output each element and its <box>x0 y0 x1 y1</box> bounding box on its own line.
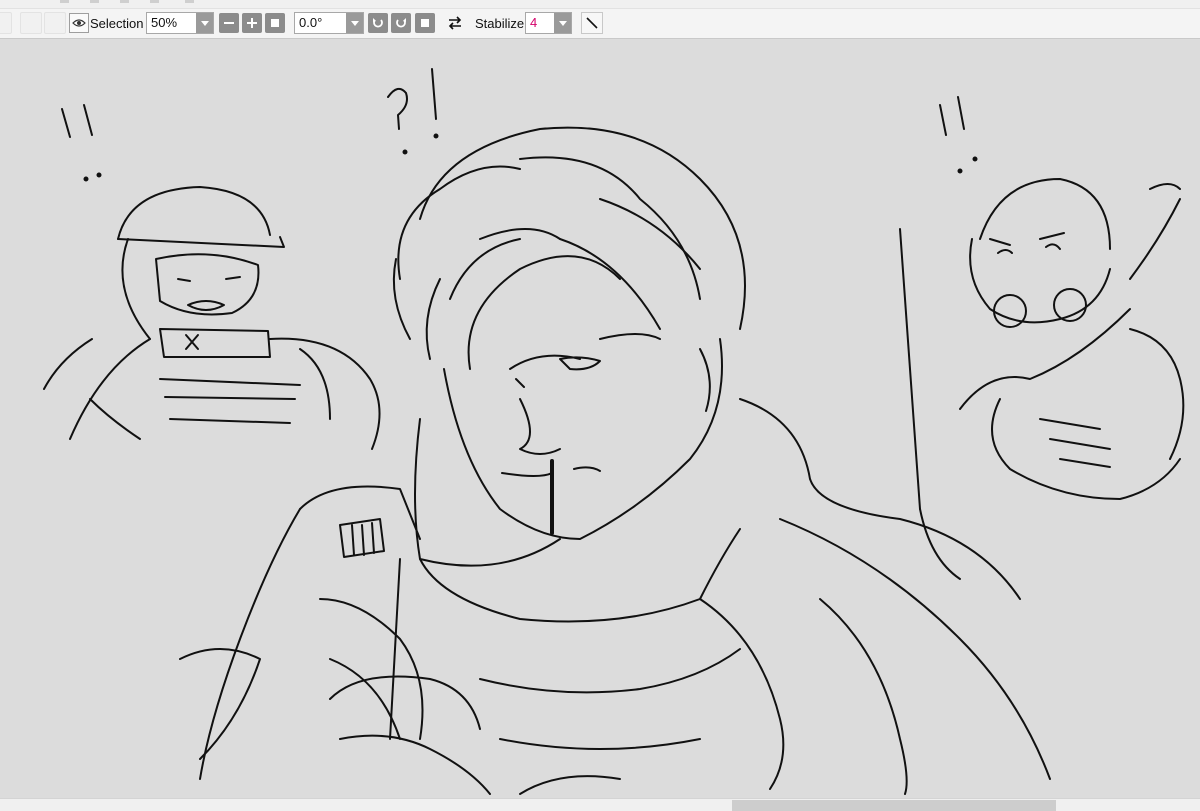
rotation-select[interactable]: 0.0° <box>294 12 364 34</box>
stabilizer-value: 4 <box>530 15 538 30</box>
selection-label: Selection <box>90 16 144 31</box>
sketch-artwork <box>43 68 1185 795</box>
flip-horizontal-button[interactable] <box>444 12 466 34</box>
stabilizer-label: Stabilizer <box>475 16 529 31</box>
toolbar: Selection 50% 0.0° Stabilizer 4 <box>0 9 1200 39</box>
rotate-left-button[interactable] <box>368 13 388 33</box>
menu-strip <box>0 0 1200 9</box>
zoom-select[interactable]: 50% <box>146 12 214 34</box>
swap-arrows-icon <box>448 16 462 30</box>
zoom-value: 50% <box>151 15 178 30</box>
rotate-right-button[interactable] <box>391 13 411 33</box>
zoom-reset-button[interactable] <box>265 13 285 33</box>
right-gasmask-figure <box>899 178 1185 580</box>
rotation-reset-button[interactable] <box>415 13 435 33</box>
selection-visibility-toggle[interactable] <box>69 13 89 33</box>
chevron-down-icon <box>196 13 213 33</box>
question-exclamation-marks <box>387 68 439 155</box>
zoom-in-button[interactable] <box>242 13 262 33</box>
menu-stub <box>150 0 159 3</box>
rotate-right-icon <box>396 18 406 28</box>
central-figure-body <box>179 398 1051 795</box>
rotate-left-icon <box>373 18 383 28</box>
central-figure-hair <box>392 126 746 370</box>
menu-stub <box>120 0 129 3</box>
chevron-down-icon <box>554 13 571 33</box>
menu-stub <box>60 0 69 3</box>
tool-button[interactable] <box>0 12 12 34</box>
stabilizer-select[interactable]: 4 <box>525 12 572 34</box>
menu-stub <box>185 0 194 3</box>
exclamation-marks-right <box>939 96 978 174</box>
left-soldier-figure <box>43 186 381 450</box>
chevron-down-icon <box>346 13 363 33</box>
square-icon <box>421 19 429 27</box>
tool-button[interactable] <box>20 12 42 34</box>
horizontal-scrollbar[interactable] <box>0 798 1200 811</box>
eye-icon <box>72 19 86 27</box>
rotation-value: 0.0° <box>299 15 323 30</box>
square-icon <box>271 19 279 27</box>
menu-stub <box>90 0 99 3</box>
pen-tool-button[interactable] <box>581 12 603 34</box>
minus-icon <box>224 22 234 24</box>
drawing-canvas[interactable] <box>0 39 1200 798</box>
zoom-out-button[interactable] <box>219 13 239 33</box>
central-figure-face <box>443 333 723 540</box>
diagonal-line-icon <box>586 17 598 29</box>
tool-button[interactable] <box>44 12 66 34</box>
scrollbar-thumb[interactable] <box>732 800 1056 811</box>
exclamation-marks-left <box>61 104 102 182</box>
